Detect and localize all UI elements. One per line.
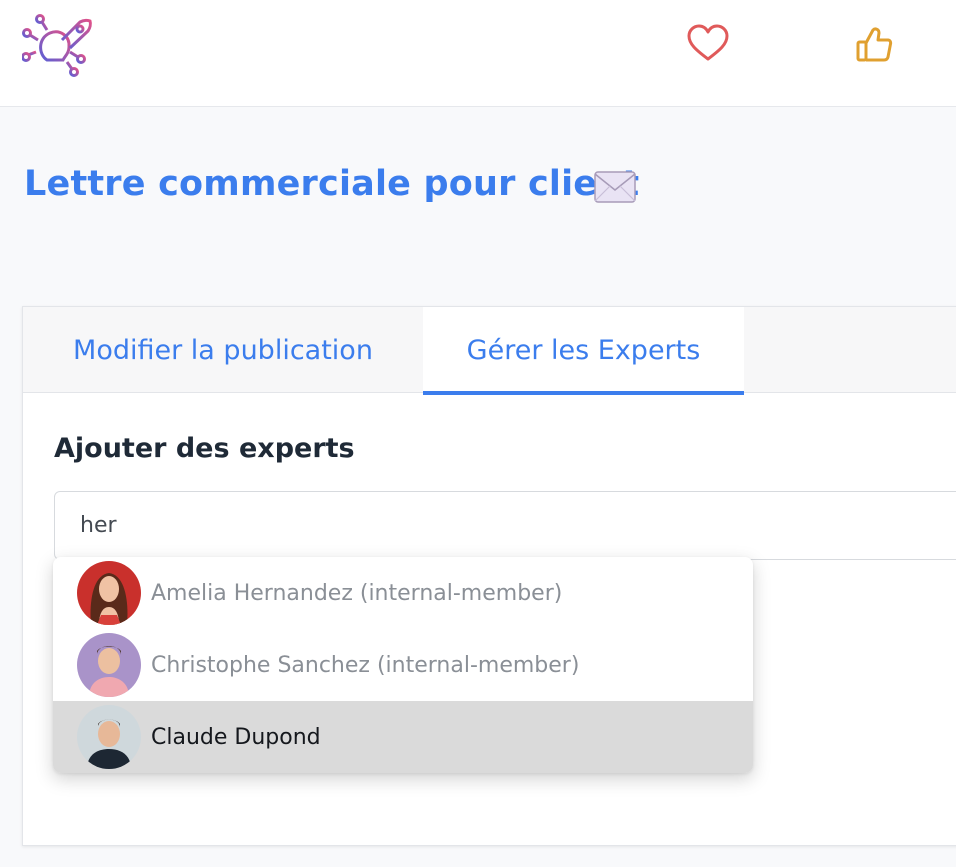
page-title: Lettre commerciale pour client	[24, 164, 640, 204]
suggestion-item[interactable]: Amelia Hernandez (internal-member)	[53, 557, 753, 629]
suggestion-label: Christophe Sanchez (internal-member)	[151, 652, 580, 678]
add-experts-heading: Ajouter des experts	[54, 433, 355, 464]
envelope-icon	[593, 170, 637, 204]
tab-label: Gérer les Experts	[466, 334, 701, 366]
top-bar	[0, 0, 956, 107]
suggestion-label: Claude Dupond	[151, 724, 321, 750]
thumbs-up-icon[interactable]	[855, 26, 893, 64]
tab-label: Modifier la publication	[73, 334, 373, 366]
heart-icon[interactable]	[686, 24, 730, 64]
avatar	[77, 561, 141, 625]
suggestion-item-highlighted[interactable]: Claude Dupond	[53, 701, 753, 773]
avatar	[77, 705, 141, 769]
tab-manage-experts[interactable]: Gérer les Experts	[423, 307, 744, 395]
expert-suggestions-dropdown: Amelia Hernandez (internal-member) Chris…	[53, 557, 753, 773]
avatar	[77, 633, 141, 697]
lightbulb-rocket-logo-icon[interactable]	[21, 14, 94, 80]
tab-edit-publication[interactable]: Modifier la publication	[23, 307, 423, 393]
tab-bar: Modifier la publication Gérer les Expert…	[23, 307, 956, 395]
suggestion-label: Amelia Hernandez (internal-member)	[151, 580, 563, 606]
expert-search-input[interactable]	[54, 491, 956, 560]
suggestion-item[interactable]: Christophe Sanchez (internal-member)	[53, 629, 753, 701]
active-tab-indicator	[423, 391, 744, 395]
